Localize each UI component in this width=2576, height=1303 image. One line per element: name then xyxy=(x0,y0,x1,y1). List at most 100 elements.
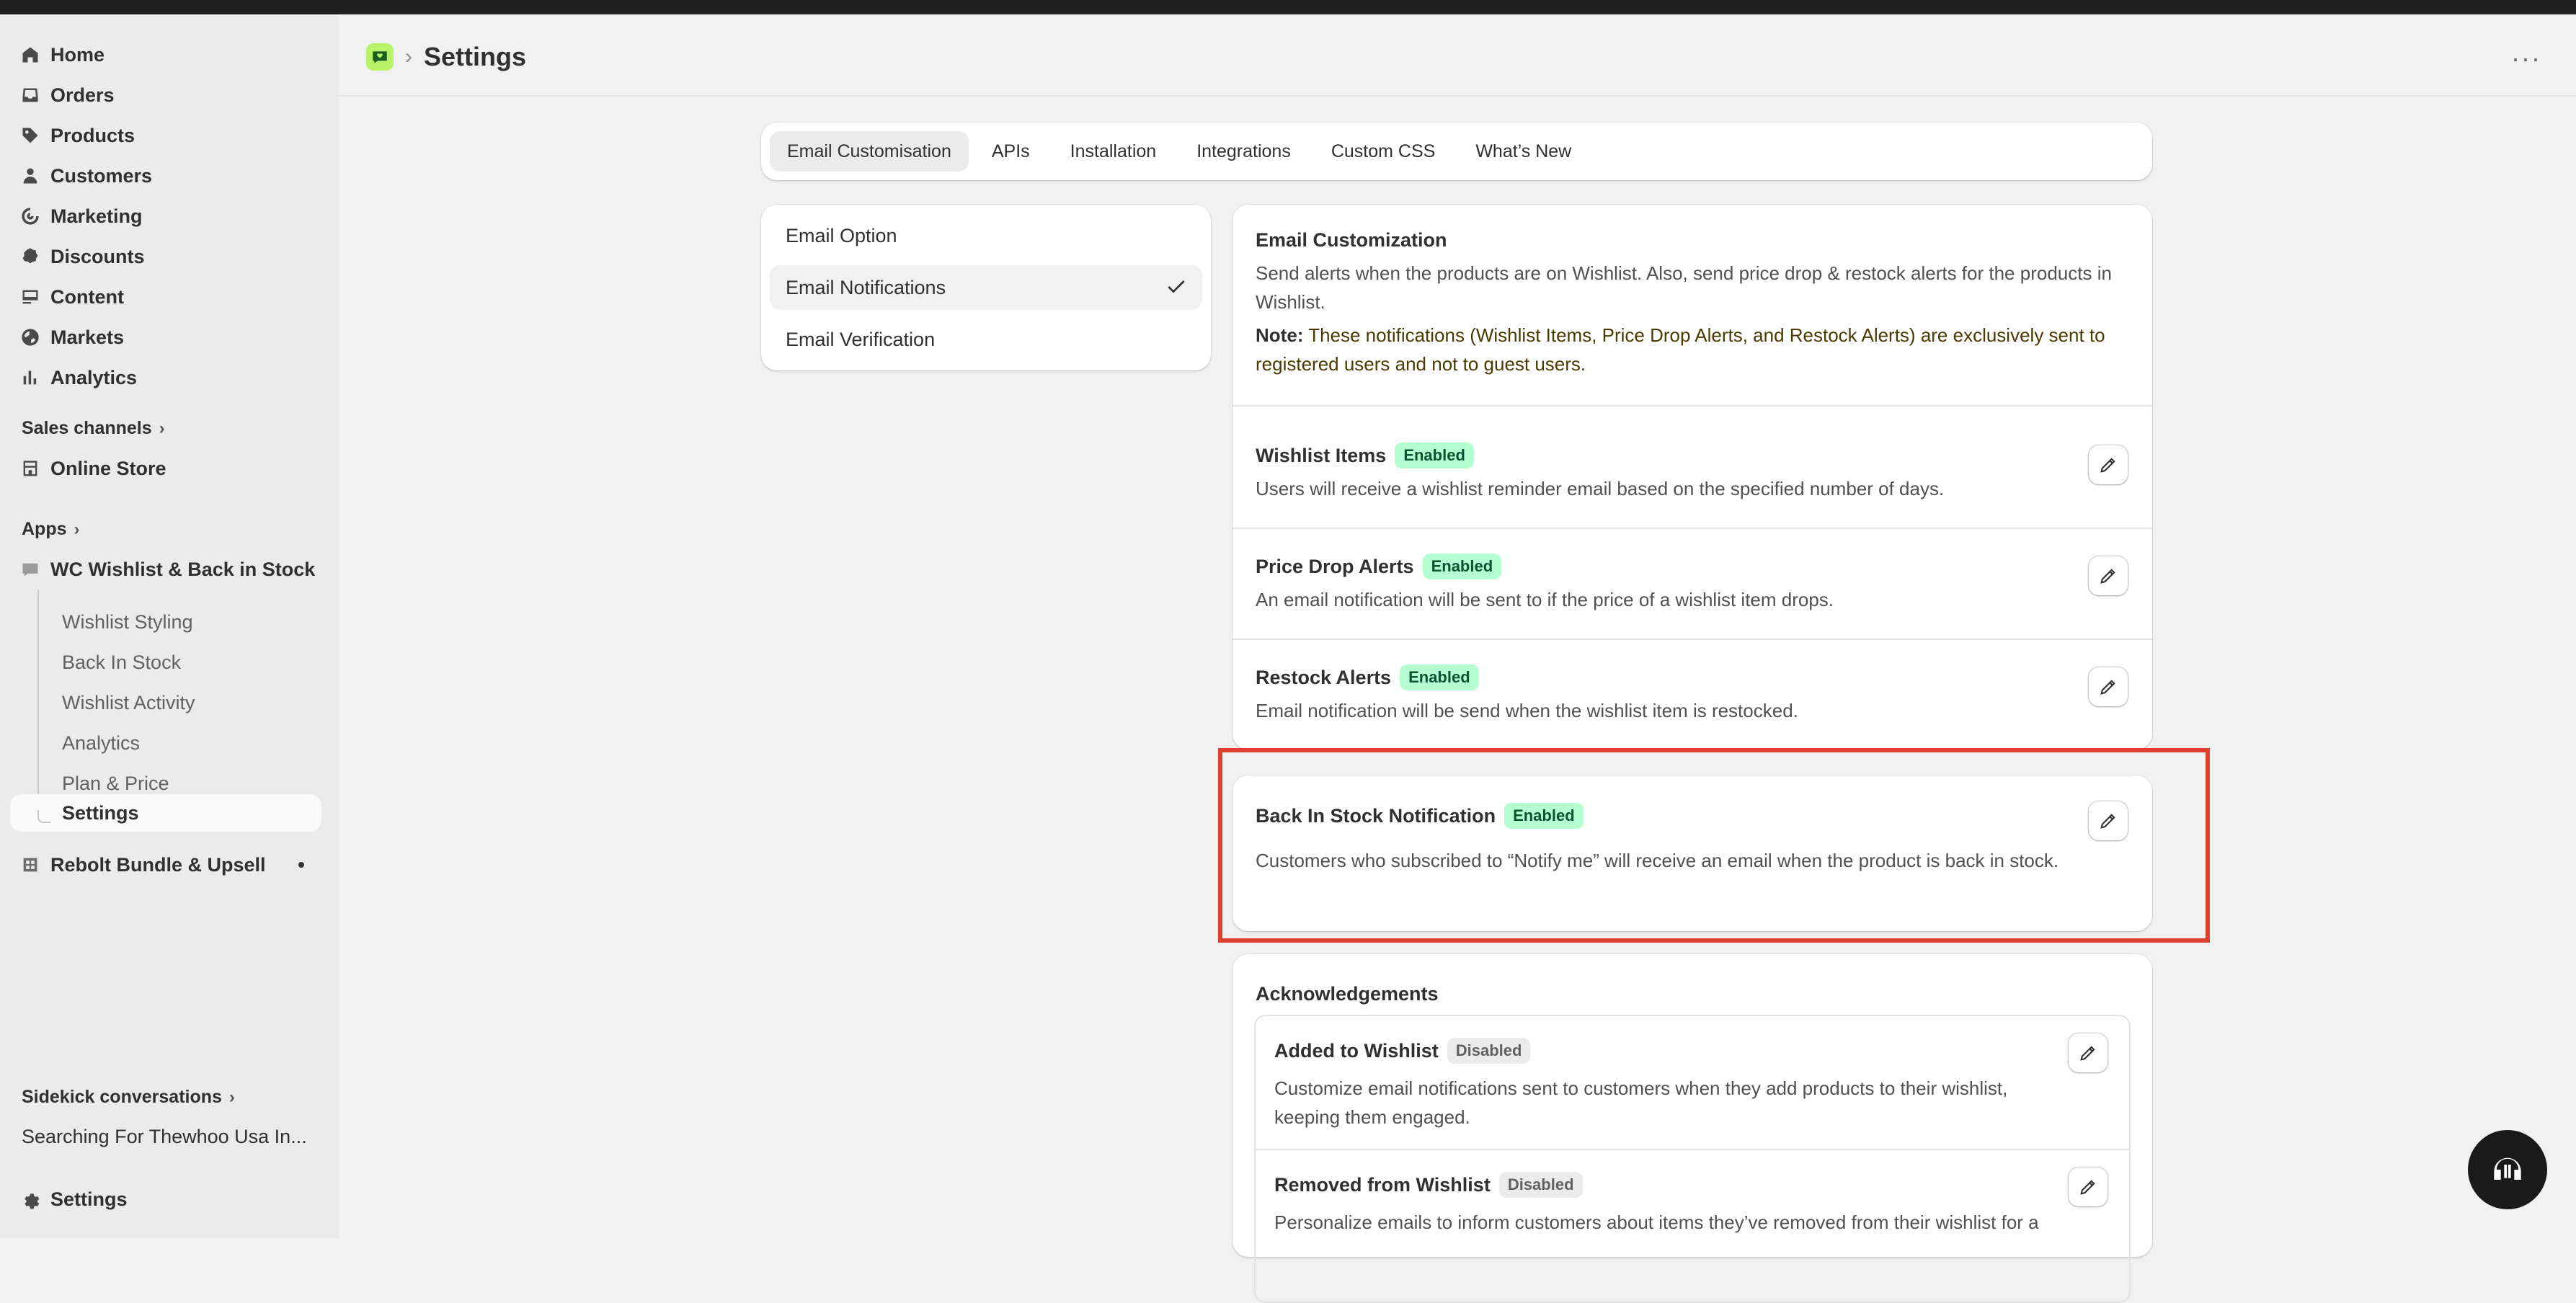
apps-heading[interactable]: Apps › xyxy=(22,519,80,540)
sidebar-item-rebolt[interactable]: Rebolt Bundle & Upsell xyxy=(10,846,321,884)
notification-row: Price Drop Alerts Enabled An email notifi… xyxy=(1256,553,2048,614)
tab-apis[interactable]: APIs xyxy=(974,131,1047,172)
sidebar-item-label: Markets xyxy=(50,326,125,348)
option-email-notifications[interactable]: Email Notifications xyxy=(770,265,1202,310)
app-logo-icon[interactable] xyxy=(366,43,394,71)
sidebar-subitem-wishlist-styling[interactable]: Wishlist Styling xyxy=(62,611,193,633)
edit-price-drop-button[interactable] xyxy=(2089,556,2128,595)
header-divider xyxy=(339,95,2576,97)
edit-added-to-wishlist-button[interactable] xyxy=(2069,1033,2108,1072)
note-text: These notifications (Wishlist Items, Pri… xyxy=(1256,324,2105,375)
section-note: Note: These notifications (Wishlist Item… xyxy=(1256,321,2120,378)
breadcrumb-separator: › xyxy=(405,45,412,68)
status-badge: Enabled xyxy=(1422,553,1502,579)
acknowledgements-card: Acknowledgements Added to Wishlist Disabl… xyxy=(1233,954,2152,1303)
pencil-icon xyxy=(2100,680,2115,695)
sidebar-item-wc-wishlist[interactable]: WC Wishlist & Back in Stock xyxy=(10,551,321,588)
sidebar-item-markets[interactable]: Markets xyxy=(10,319,321,356)
globe-icon xyxy=(10,327,50,347)
sidebar-item-discounts[interactable]: Discounts xyxy=(10,238,321,275)
tab-integrations[interactable]: Integrations xyxy=(1179,131,1308,172)
content-icon xyxy=(10,287,50,307)
sidebar-item-label: Marketing xyxy=(50,205,143,227)
option-email-option[interactable]: Email Option xyxy=(770,213,1202,258)
sidebar-item-label: Customers xyxy=(50,164,153,187)
section-title: Email Customization xyxy=(1256,229,1447,251)
sidekick-label: Sidekick conversations xyxy=(22,1087,222,1107)
row-description: Personalize emails to inform customers a… xyxy=(1274,1211,2039,1233)
divider xyxy=(1256,1149,2129,1150)
divider xyxy=(1233,405,2152,406)
status-badge: Enabled xyxy=(1395,443,1474,468)
row-title: Restock Alerts xyxy=(1256,666,1392,688)
sidebar-subitem-analytics[interactable]: Analytics xyxy=(62,732,140,755)
discount-icon xyxy=(10,246,50,267)
store-icon xyxy=(10,458,50,479)
sidekick-heading[interactable]: Sidekick conversations › xyxy=(22,1087,235,1108)
chevron-right-icon: › xyxy=(228,1087,235,1107)
status-badge: Disabled xyxy=(1447,1038,1531,1064)
sidebar-subitem-settings[interactable]: Settings xyxy=(10,794,321,832)
apps-label: Apps xyxy=(22,519,67,539)
sales-channels-heading[interactable]: Sales channels › xyxy=(22,418,165,439)
sidebar-item-label: Online Store xyxy=(50,457,166,479)
page-title: Settings xyxy=(424,42,527,71)
sidebar-item-label: Settings xyxy=(62,801,139,824)
sidebar-item-settings[interactable]: Settings xyxy=(10,1180,321,1218)
sidebar-item-label: Products xyxy=(50,124,136,146)
sidebar-item-orders[interactable]: Orders xyxy=(10,76,321,114)
sidebar-item-label: Rebolt Bundle & Upsell xyxy=(50,853,266,876)
sidebar-item-label: Orders xyxy=(50,84,115,106)
sidebar-item-analytics[interactable]: Analytics xyxy=(10,359,321,396)
person-icon xyxy=(10,166,50,186)
sidebar: Home Orders Products Customers Marketing… xyxy=(0,14,339,1238)
tab-whats-new[interactable]: What’s New xyxy=(1458,131,1589,172)
sidebar-subitem-plan-price[interactable]: Plan & Price xyxy=(62,773,169,795)
edit-removed-from-wishlist-button[interactable] xyxy=(2069,1168,2108,1206)
sidebar-item-content[interactable]: Content xyxy=(10,278,321,316)
sidebar-item-label: Settings xyxy=(50,1188,128,1210)
sidebar-item-label: Home xyxy=(50,43,105,66)
sidebar-item-label: Analytics xyxy=(50,366,138,388)
status-badge: Disabled xyxy=(1498,1172,1583,1198)
row-title: Removed from Wishlist xyxy=(1274,1173,1491,1196)
tab-installation[interactable]: Installation xyxy=(1053,131,1174,172)
row-title: Price Drop Alerts xyxy=(1256,555,1414,577)
sidebar-item-customers[interactable]: Customers xyxy=(10,157,321,195)
chevron-right-icon: › xyxy=(74,519,80,539)
pencil-icon xyxy=(2080,1046,2095,1061)
sidebar-item-label: Content xyxy=(50,285,124,308)
divider xyxy=(1233,639,2152,640)
email-options-menu: Email Option Email Notifications Email V… xyxy=(761,205,1211,370)
home-icon xyxy=(10,45,50,65)
option-email-verification[interactable]: Email Verification xyxy=(770,317,1202,362)
acknowledgement-row: Removed from Wishlist Disabled Personaliz… xyxy=(1274,1172,2103,1237)
gear-icon xyxy=(10,1189,50,1209)
email-customization-card: Email Customization Send alerts when the… xyxy=(1233,205,2152,750)
support-chat-button[interactable] xyxy=(2468,1130,2547,1209)
sidebar-item-marketing[interactable]: Marketing xyxy=(10,197,321,235)
headset-icon xyxy=(2494,1157,2521,1180)
tab-email-customisation[interactable]: Email Customisation xyxy=(770,131,969,172)
edit-wishlist-items-button[interactable] xyxy=(2089,445,2128,484)
edit-restock-button[interactable] xyxy=(2089,667,2128,706)
sidebar-item-products[interactable]: Products xyxy=(10,117,321,154)
main-content: › Settings ··· Email Customisation APIs … xyxy=(339,14,2576,1303)
tab-custom-css[interactable]: Custom CSS xyxy=(1314,131,1452,172)
section-description: Send alerts when the products are on Wis… xyxy=(1256,262,2112,313)
sidebar-subitem-back-in-stock[interactable]: Back In Stock xyxy=(62,652,181,674)
sidebar-item-home[interactable]: Home xyxy=(10,36,321,74)
sidebar-subitem-wishlist-activity[interactable]: Wishlist Activity xyxy=(62,692,195,714)
section-title: Acknowledgements xyxy=(1256,983,1439,1005)
status-badge: Enabled xyxy=(1400,664,1479,690)
row-title: Added to Wishlist xyxy=(1274,1039,1439,1062)
bar-chart-icon xyxy=(10,368,50,388)
option-label: Email Notifications xyxy=(786,276,946,298)
sidekick-conversation-item[interactable]: Searching For Thewhoo Usa In... xyxy=(22,1126,307,1148)
row-title: Wishlist Items xyxy=(1256,444,1387,466)
sidebar-item-online-store[interactable]: Online Store xyxy=(10,450,321,487)
divider xyxy=(1233,528,2152,529)
more-actions-button[interactable]: ··· xyxy=(2511,43,2541,74)
sidebar-item-label: WC Wishlist & Back in Stock xyxy=(50,558,316,580)
tree-line xyxy=(37,590,39,819)
